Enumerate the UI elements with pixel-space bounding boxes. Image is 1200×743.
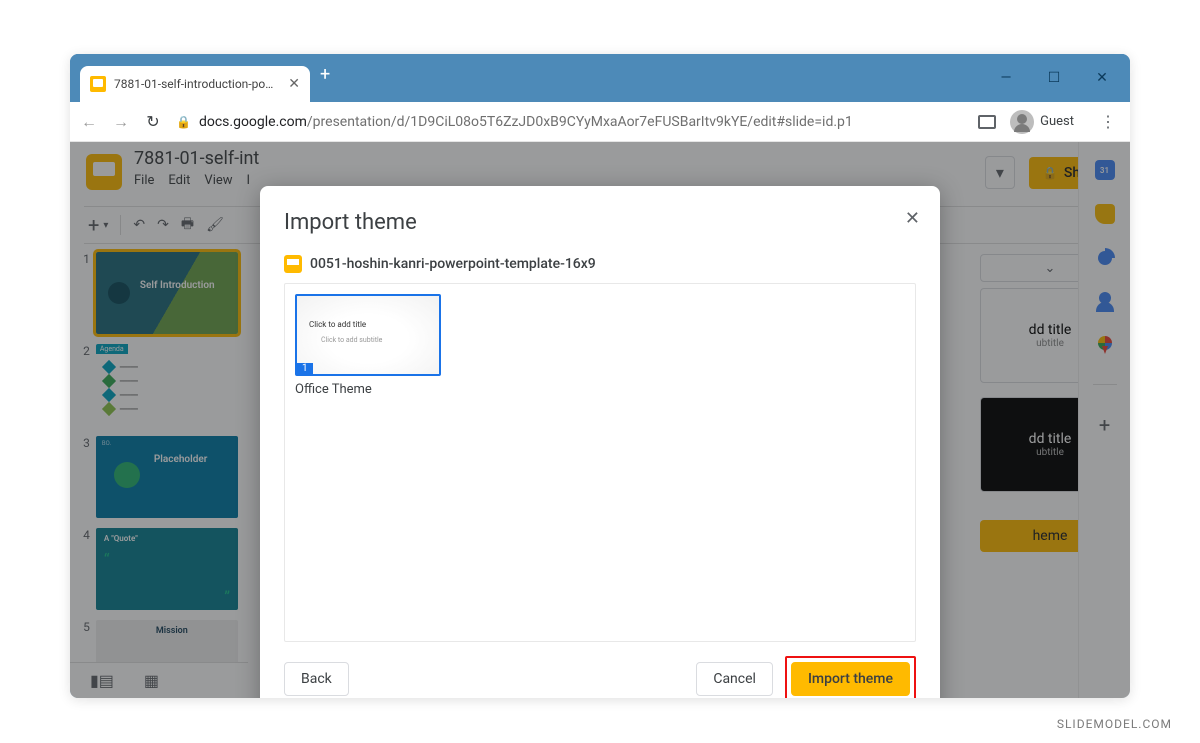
window-close-button[interactable]: ✕ (1080, 63, 1124, 93)
browser-tab[interactable]: 7881-01-self-introduction-powe ✕ (80, 66, 310, 102)
browser-titlebar: 7881-01-self-introduction-powe ✕ + — ☐ ✕ (70, 54, 1130, 102)
thumb-badge: 1 (297, 363, 313, 374)
url-field[interactable]: 🔒 docs.google.com/presentation/d/1D9CiL0… (176, 114, 964, 130)
install-app-icon[interactable] (978, 115, 996, 129)
nav-back-icon[interactable]: ← (80, 112, 98, 132)
nav-forward-icon[interactable]: → (112, 112, 130, 132)
avatar-icon (1010, 110, 1034, 134)
url-text: docs.google.com/presentation/d/1D9CiL08o… (199, 114, 853, 130)
window-controls: — ☐ ✕ (984, 54, 1130, 102)
highlight-box: Import theme (785, 656, 916, 698)
cancel-button[interactable]: Cancel (696, 662, 773, 696)
import-theme-button[interactable]: Import theme (791, 662, 910, 696)
window-maximize-button[interactable]: ☐ (1032, 63, 1076, 93)
import-theme-modal: Import theme ✕ 0051-hoshin-kanri-powerpo… (260, 186, 940, 698)
app-area: 7881-01-self-int File Edit View I ▾ 🔒 Sh… (70, 142, 1130, 698)
guest-label: Guest (1040, 114, 1074, 129)
nav-reload-icon[interactable]: ↻ (144, 112, 162, 131)
window-minimize-button[interactable]: — (984, 63, 1028, 93)
modal-file-row: 0051-hoshin-kanri-powerpoint-template-16… (284, 255, 916, 273)
slides-favicon-icon (90, 76, 106, 92)
modal-title: Import theme (284, 210, 916, 235)
slides-file-icon (284, 255, 302, 273)
tab-close-icon[interactable]: ✕ (288, 77, 300, 91)
addrbar-right: Guest ⋮ (978, 108, 1120, 136)
browser-menu-icon[interactable]: ⋮ (1096, 112, 1120, 131)
tab-title: 7881-01-self-introduction-powe (114, 77, 280, 91)
back-button[interactable]: Back (284, 662, 349, 696)
modal-file-name: 0051-hoshin-kanri-powerpoint-template-16… (310, 256, 596, 272)
lock-icon: 🔒 (176, 115, 191, 129)
browser-window: 7881-01-self-introduction-powe ✕ + — ☐ ✕… (70, 54, 1130, 698)
theme-grid: Click to add title Click to add subtitle… (284, 283, 916, 642)
modal-close-button[interactable]: ✕ (905, 208, 920, 229)
browser-address-bar: ← → ↻ 🔒 docs.google.com/presentation/d/1… (70, 102, 1130, 142)
profile-button[interactable]: Guest (1008, 108, 1084, 136)
thumb-line1: Click to add title (309, 320, 366, 329)
theme-name: Office Theme (295, 382, 441, 397)
modal-actions: Back Cancel Import theme (284, 656, 916, 698)
new-tab-button[interactable]: + (310, 66, 340, 84)
watermark: SLIDEMODEL.COM (1057, 717, 1172, 731)
thumb-line2: Click to add subtitle (321, 336, 382, 344)
theme-thumbnail: Click to add title Click to add subtitle… (295, 294, 441, 376)
theme-option[interactable]: Click to add title Click to add subtitle… (295, 294, 441, 397)
